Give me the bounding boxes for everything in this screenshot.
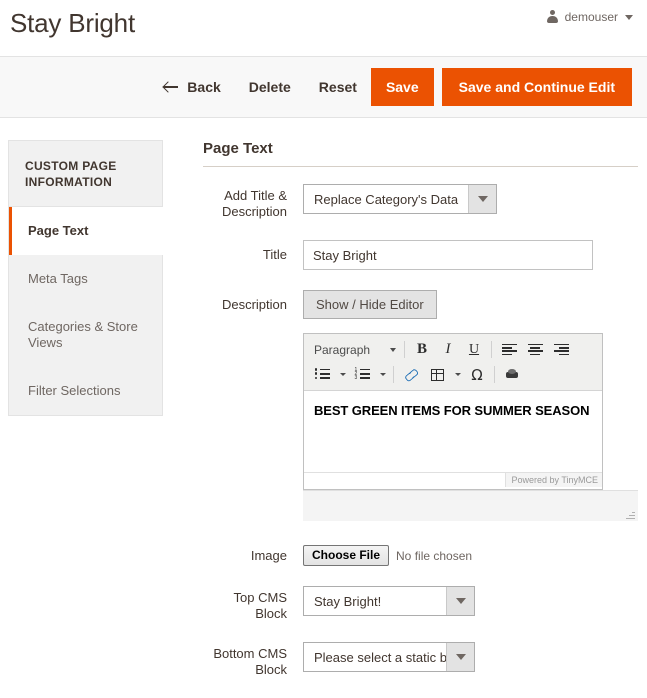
field-label: Title	[203, 240, 303, 263]
field-bottom-cms-block: Bottom CMS Block Please select a static …	[203, 642, 638, 678]
editor-toolbar-row-1: Paragraph B I U	[306, 337, 600, 362]
field-label: Top CMS Block	[203, 586, 303, 622]
field-top-cms-block: Top CMS Block Stay Bright!	[203, 586, 638, 622]
top-cms-block-select[interactable]: Stay Bright!	[303, 586, 475, 616]
format-select[interactable]: Paragraph	[309, 339, 400, 361]
bullet-list-icon[interactable]	[309, 364, 335, 386]
save-button[interactable]: Save	[371, 68, 434, 106]
special-character-icon[interactable]: Ω	[464, 364, 490, 386]
sidebar-item-label: Page Text	[28, 223, 88, 238]
field-label: Add Title & Description	[203, 184, 303, 220]
editor-resize-area	[303, 490, 638, 521]
toolbar-separator	[393, 366, 394, 383]
align-left-icon[interactable]	[496, 339, 522, 361]
reset-button[interactable]: Reset	[305, 71, 371, 103]
choose-file-button[interactable]: Choose File	[303, 545, 389, 566]
chevron-down-icon	[446, 587, 474, 615]
sidebar-item-label: Meta Tags	[28, 271, 88, 286]
table-icon[interactable]	[424, 364, 450, 386]
chevron-down-icon	[390, 348, 396, 352]
field-control	[303, 240, 638, 270]
chevron-down-icon	[625, 15, 633, 20]
toolbar-separator	[404, 341, 405, 358]
align-center-icon[interactable]	[522, 339, 548, 361]
sidebar: CUSTOM PAGE INFORMATION Page Text Meta T…	[8, 140, 163, 416]
link-icon[interactable]	[398, 364, 424, 386]
bullet-list-caret-icon[interactable]	[335, 364, 349, 386]
field-control: Stay Bright!	[303, 586, 638, 616]
sidebar-item-categories-store-views[interactable]: Categories & Store Views	[9, 303, 162, 367]
toolbar-separator	[491, 341, 492, 358]
user-icon	[546, 10, 559, 24]
title-input[interactable]	[303, 240, 593, 270]
numbered-list-icon[interactable]: 1 2 3	[349, 364, 375, 386]
field-control: Please select a static block.	[303, 642, 638, 672]
file-status-label: No file chosen	[396, 549, 472, 563]
field-control: Replace Category's Data	[303, 184, 638, 214]
tinymce-branding-label: Powered by TinyMCE	[505, 472, 602, 487]
page-actions-toolbar: Back Delete Reset Save Save and Continue…	[0, 56, 647, 118]
bottom-cms-block-select[interactable]: Please select a static block.	[303, 642, 475, 672]
sidebar-item-label: Categories & Store Views	[28, 319, 138, 350]
page-title: Stay Bright	[10, 6, 135, 40]
sidebar-item-filter-selections[interactable]: Filter Selections	[9, 367, 162, 415]
field-title: Title	[203, 240, 638, 270]
page-header: Stay Bright demouser	[0, 0, 647, 56]
editor-statusbar: Powered by TinyMCE	[304, 472, 602, 489]
field-label: Image	[203, 541, 303, 564]
field-add-title-description: Add Title & Description Replace Category…	[203, 184, 638, 220]
delete-button-label: Delete	[249, 79, 291, 95]
sidebar-title: CUSTOM PAGE INFORMATION	[9, 141, 162, 207]
image-file-input[interactable]: Choose File No file chosen	[303, 541, 638, 566]
page-text-form: Page Text Add Title & Description Replac…	[203, 140, 638, 698]
field-control: Choose File No file chosen	[303, 541, 638, 566]
field-image: Image Choose File No file chosen	[203, 541, 638, 566]
select-value: Replace Category's Data	[304, 185, 468, 213]
back-button-label: Back	[187, 79, 220, 95]
select-value: Stay Bright!	[304, 587, 446, 615]
user-menu[interactable]: demouser	[546, 10, 633, 24]
delete-button[interactable]: Delete	[235, 71, 305, 103]
resize-grip-icon[interactable]	[626, 510, 635, 519]
italic-icon[interactable]: I	[435, 339, 461, 361]
editor-content-area[interactable]: BEST GREEN ITEMS FOR SUMMER SEASON	[304, 391, 602, 472]
field-description: Description Show / Hide Editor Paragraph…	[203, 290, 638, 521]
bold-icon[interactable]: B	[409, 339, 435, 361]
sidebar-item-meta-tags[interactable]: Meta Tags	[9, 255, 162, 303]
sidebar-item-page-text[interactable]: Page Text	[9, 207, 167, 255]
tinymce-editor: Paragraph B I U	[303, 333, 603, 490]
sidebar-item-list: Page Text Meta Tags Categories & Store V…	[9, 207, 162, 415]
toolbar-separator	[494, 366, 495, 383]
numbered-list-caret-icon[interactable]	[375, 364, 389, 386]
field-control: Show / Hide Editor Paragraph B I U	[303, 290, 638, 521]
field-label: Description	[203, 290, 303, 313]
fieldset-title: Page Text	[203, 140, 638, 167]
editor-toolbar: Paragraph B I U	[304, 334, 602, 391]
reset-button-label: Reset	[319, 79, 357, 95]
align-right-icon[interactable]	[548, 339, 574, 361]
table-caret-icon[interactable]	[450, 364, 464, 386]
arrow-left-icon	[164, 81, 178, 93]
show-hide-editor-button[interactable]: Show / Hide Editor	[303, 290, 437, 319]
sidebar-item-label: Filter Selections	[28, 383, 120, 398]
underline-icon[interactable]: U	[461, 339, 487, 361]
page-main: CUSTOM PAGE INFORMATION Page Text Meta T…	[0, 118, 647, 140]
save-and-continue-edit-button[interactable]: Save and Continue Edit	[442, 68, 632, 106]
insert-widget-icon[interactable]	[499, 364, 525, 386]
user-name-label: demouser	[565, 10, 618, 24]
chevron-down-icon	[468, 185, 496, 213]
add-title-description-select[interactable]: Replace Category's Data	[303, 184, 497, 214]
editor-paragraph: BEST GREEN ITEMS FOR SUMMER SEASON	[314, 402, 592, 419]
editor-toolbar-row-2: 1 2 3	[306, 362, 600, 387]
format-select-value: Paragraph	[314, 343, 370, 357]
field-label: Bottom CMS Block	[203, 642, 303, 678]
back-button[interactable]: Back	[150, 71, 234, 103]
